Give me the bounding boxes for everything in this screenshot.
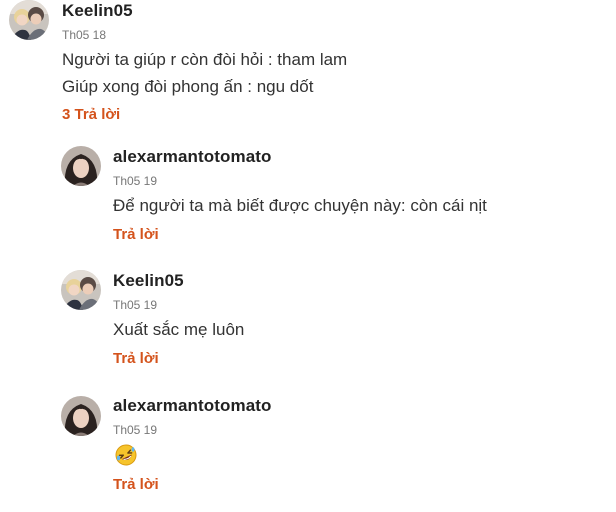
comment-username[interactable]: Keelin05 — [113, 271, 184, 291]
user-avatar[interactable] — [9, 0, 49, 40]
reply-comment: alexarmantotomato Th05 19 Trả lời — [0, 390, 616, 505]
avatar-photo-dark-hair-icon — [61, 146, 101, 186]
top-comment: Keelin05 Th05 18 Người ta giúp r còn đòi… — [0, 0, 616, 130]
reply-comment: Keelin05 Th05 19 Xuất sắc mẹ luôn Trả lờ… — [0, 265, 616, 375]
avatar-photo-couple-icon — [9, 0, 49, 40]
reply-button[interactable]: Trả lời — [113, 476, 159, 493]
comment-text-line-2: Giúp xong đòi phong ấn : ngu dốt — [62, 77, 314, 96]
comment-timestamp: Th05 18 — [62, 28, 107, 42]
comment-timestamp: Th05 19 — [113, 298, 158, 312]
reply-comment: alexarmantotomato Th05 19 Để người ta mà… — [0, 140, 616, 250]
comment-username[interactable]: alexarmantotomato — [113, 147, 272, 167]
view-replies-link[interactable]: 3 Trả lời — [62, 106, 120, 123]
comment-username[interactable]: alexarmantotomato — [113, 396, 272, 416]
user-avatar[interactable] — [61, 146, 101, 186]
reply-button[interactable]: Trả lời — [113, 350, 159, 367]
user-avatar[interactable] — [61, 396, 101, 436]
comment-text: Xuất sắc mẹ luôn — [113, 320, 245, 339]
comment-text: Để người ta mà biết được chuyện này: còn… — [113, 196, 487, 215]
avatar-photo-dark-hair-icon — [61, 396, 101, 436]
user-avatar[interactable] — [61, 270, 101, 310]
avatar-photo-couple-icon — [61, 270, 101, 310]
comment-timestamp: Th05 19 — [113, 174, 158, 188]
rolling-on-floor-laughing-emoji-icon — [115, 444, 137, 466]
comment-timestamp: Th05 19 — [113, 423, 158, 437]
reply-button[interactable]: Trả lời — [113, 226, 159, 243]
comment-username[interactable]: Keelin05 — [62, 1, 133, 21]
comment-text-line-1: Người ta giúp r còn đòi hỏi : tham lam — [62, 50, 348, 69]
